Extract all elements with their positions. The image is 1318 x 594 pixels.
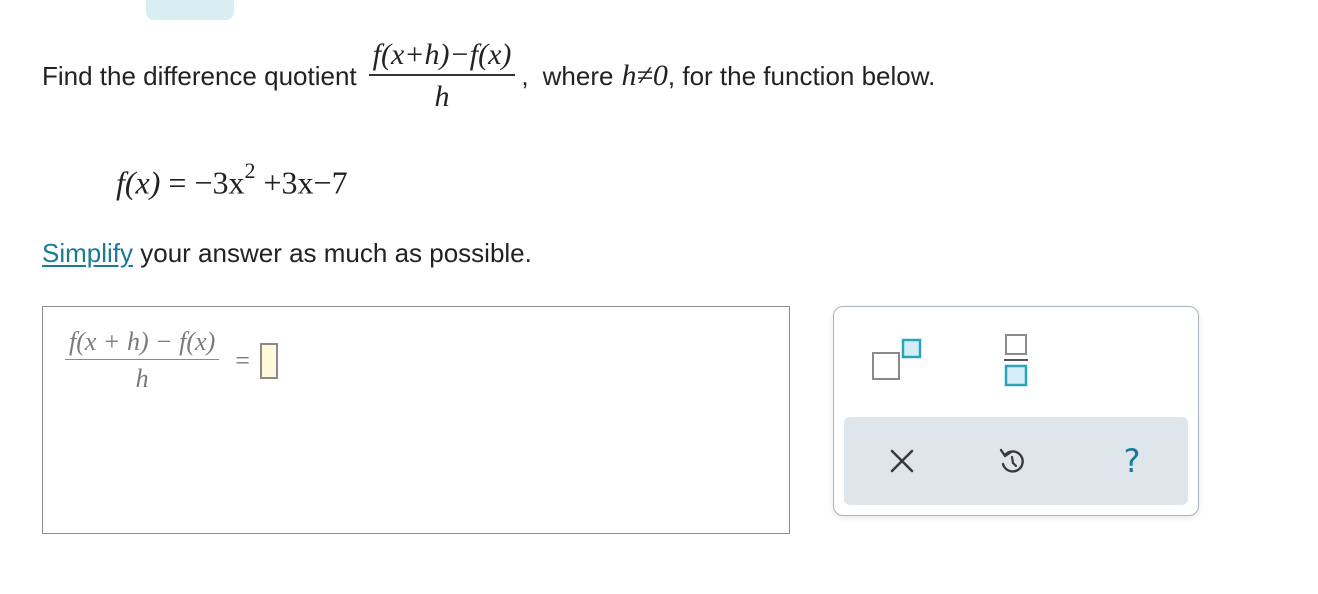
palette-tray: ? bbox=[844, 417, 1188, 505]
function-definition: f(x) = −3x2 +3x−7 bbox=[116, 158, 348, 202]
difference-quotient-fraction: f(x+h)−f(x) h bbox=[368, 38, 516, 114]
simplify-link[interactable]: Simplify bbox=[42, 238, 133, 268]
function-rhs-part1: −3x bbox=[194, 164, 245, 201]
exponent-icon bbox=[872, 338, 922, 380]
question-prompt: Find the difference quotient f(x+h)−f(x)… bbox=[42, 28, 935, 124]
function-lhs: f(x) bbox=[116, 164, 161, 201]
answer-numerator: f(x + h) − f(x) bbox=[69, 327, 216, 356]
math-palette: ? bbox=[833, 306, 1199, 516]
answer-fraction: f(x + h) − f(x) h bbox=[65, 327, 220, 394]
question-prefix: Find the difference quotient bbox=[42, 60, 357, 91]
clear-button[interactable] bbox=[882, 441, 922, 481]
instruction-text: Simplify your answer as much as possible… bbox=[42, 238, 532, 269]
answer-equation: f(x + h) − f(x) h = bbox=[65, 327, 278, 394]
function-rhs-part2: +3x−7 bbox=[263, 164, 348, 201]
undo-icon bbox=[999, 448, 1024, 473]
fraction-icon bbox=[1004, 334, 1028, 387]
top-tab-fragment bbox=[146, 0, 234, 20]
question-suffix-comma: , bbox=[521, 60, 529, 91]
quotient-numerator: f(x+h)−f(x) bbox=[372, 38, 512, 71]
answer-equals: = bbox=[235, 345, 250, 375]
function-equals: = bbox=[168, 164, 187, 201]
answer-denominator: h bbox=[135, 364, 149, 393]
help-button[interactable]: ? bbox=[1112, 441, 1152, 481]
function-exponent: 2 bbox=[244, 158, 256, 183]
fraction-button[interactable] bbox=[992, 331, 1040, 391]
clear-icon bbox=[890, 449, 914, 473]
answer-input[interactable] bbox=[259, 342, 278, 379]
question-condition: h≠0 bbox=[621, 59, 668, 92]
question-where: where bbox=[542, 60, 614, 91]
instruction-rest: your answer as much as possible. bbox=[133, 238, 532, 268]
quotient-denominator: h bbox=[434, 80, 450, 113]
exponent-button[interactable] bbox=[870, 335, 926, 387]
answer-box[interactable]: f(x + h) − f(x) h = bbox=[42, 306, 790, 534]
help-icon: ? bbox=[1123, 442, 1141, 480]
undo-button[interactable] bbox=[992, 441, 1032, 481]
question-suffix-rest: , for the function below. bbox=[667, 60, 936, 91]
